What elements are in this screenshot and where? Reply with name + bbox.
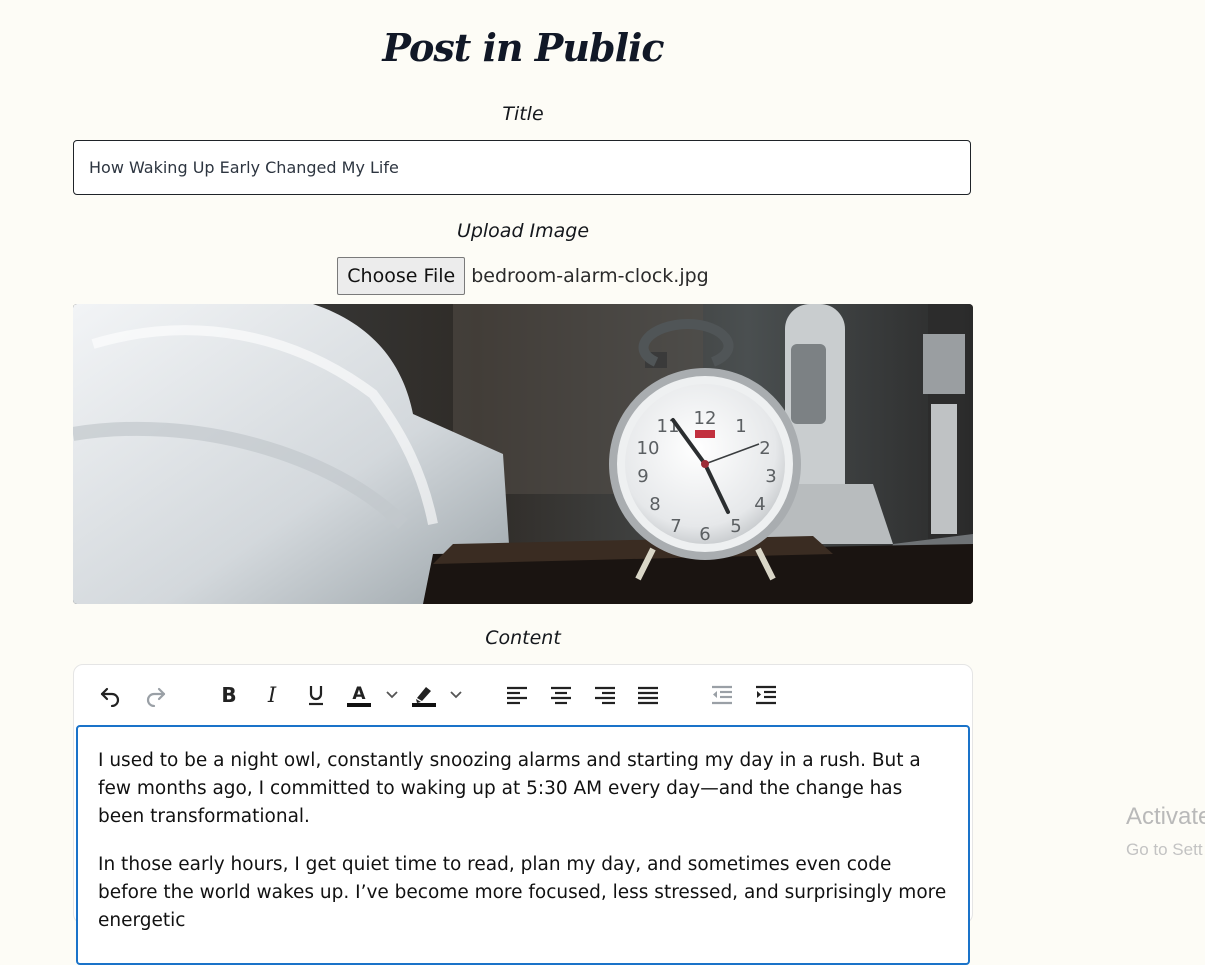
align-left-icon[interactable] [500, 678, 534, 712]
file-upload-row: Choose File bedroom-alarm-clock.jpg [73, 256, 973, 295]
svg-text:7: 7 [670, 516, 681, 537]
chevron-down-icon[interactable] [384, 678, 400, 712]
content-paragraph: In those early hours, I get quiet time t… [98, 854, 947, 931]
title-label: Title [502, 103, 544, 125]
svg-text:12: 12 [694, 408, 717, 429]
content-label: Content [485, 627, 561, 649]
svg-text:9: 9 [637, 466, 648, 487]
activation-watermark-subtitle: Go to Sett [1126, 840, 1203, 859]
selected-file-name: bedroom-alarm-clock.jpg [471, 264, 709, 287]
upload-image-label: Upload Image [456, 220, 590, 242]
bold-icon[interactable]: B [212, 678, 246, 712]
chevron-down-icon[interactable] [448, 678, 464, 712]
content-paragraph: I used to be a night owl, constantly sno… [98, 750, 921, 827]
svg-text:8: 8 [649, 494, 660, 515]
svg-text:I: I [267, 684, 277, 706]
italic-icon[interactable]: I [255, 678, 289, 712]
redo-icon[interactable] [139, 678, 173, 712]
activation-watermark-title: Activate [1126, 803, 1205, 830]
align-right-icon[interactable] [588, 678, 622, 712]
highlight-icon[interactable] [407, 678, 441, 712]
svg-text:A: A [352, 684, 366, 704]
svg-text:3: 3 [765, 466, 776, 487]
align-justify-icon[interactable] [631, 678, 665, 712]
text-color-icon[interactable]: A [342, 678, 376, 712]
choose-file-button[interactable]: Choose File [337, 256, 466, 295]
svg-text:1: 1 [735, 416, 746, 437]
editor-toolbar: B I A [74, 665, 972, 725]
align-center-icon[interactable] [544, 678, 578, 712]
indent-icon[interactable] [749, 678, 783, 712]
svg-text:B: B [221, 684, 236, 706]
alarm-clock-photo: 12 12 345 678 91011 [73, 304, 973, 604]
svg-text:2: 2 [759, 438, 770, 459]
page-title: Post in Public [382, 25, 664, 70]
undo-icon[interactable] [93, 678, 127, 712]
uploaded-image-preview: 12 1 2 345 678 9 10 11 [73, 304, 973, 604]
svg-text:5: 5 [730, 516, 741, 537]
svg-text:10: 10 [637, 438, 660, 459]
title-input[interactable] [73, 140, 971, 195]
rich-text-editor: B I A I used to be a night owl, constant… [73, 664, 973, 965]
svg-text:6: 6 [699, 524, 710, 545]
svg-text:4: 4 [754, 494, 765, 515]
content-editor-area[interactable]: I used to be a night owl, constantly sno… [76, 725, 970, 965]
underline-icon[interactable] [299, 678, 333, 712]
outdent-icon[interactable] [705, 678, 739, 712]
